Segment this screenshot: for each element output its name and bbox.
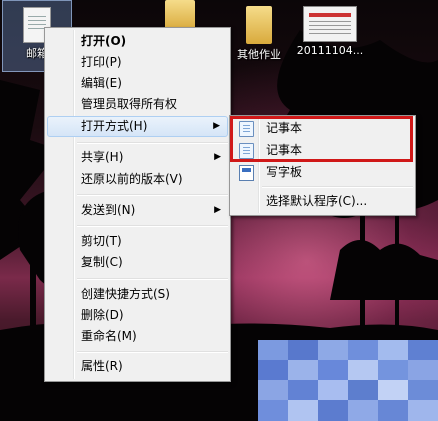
annotation-highlight-box bbox=[230, 116, 413, 162]
menu-item-edit[interactable]: 编辑(E) bbox=[47, 73, 228, 94]
menu-item-create-shortcut[interactable]: 创建快捷方式(S) bbox=[47, 284, 228, 305]
menu-item-copy[interactable]: 复制(C) bbox=[47, 252, 228, 273]
submenu-arrow-icon: ▶ bbox=[214, 205, 221, 215]
menu-item-delete[interactable]: 删除(D) bbox=[47, 305, 228, 326]
menu-item-label: 发送到(N) bbox=[81, 203, 136, 217]
submenu-arrow-icon: ▶ bbox=[214, 152, 221, 162]
menu-separator bbox=[77, 142, 228, 144]
menu-item-label: 打开方式(H) bbox=[81, 119, 148, 133]
image-thumbnail-icon bbox=[303, 6, 357, 42]
wordpad-icon bbox=[239, 165, 254, 181]
desktop-icon-image-file[interactable]: 20111104... bbox=[294, 0, 366, 70]
submenu-arrow-icon: ▶ bbox=[213, 121, 220, 131]
menu-separator bbox=[262, 186, 413, 188]
menu-item-take-ownership[interactable]: 管理员取得所有权 bbox=[47, 94, 228, 115]
menu-item-print[interactable]: 打印(P) bbox=[47, 52, 228, 73]
folder-icon bbox=[246, 6, 272, 44]
desktop-icon-other-homework[interactable]: 其他作业 bbox=[228, 0, 290, 70]
menu-item-share[interactable]: 共享(H) ▶ bbox=[47, 147, 228, 168]
submenu-item-choose-default[interactable]: 选择默认程序(C)... bbox=[232, 191, 413, 212]
menu-item-label: 共享(H) bbox=[81, 150, 124, 164]
menu-separator bbox=[77, 225, 228, 227]
menu-item-properties[interactable]: 属性(R) bbox=[47, 356, 228, 377]
menu-item-cut[interactable]: 剪切(T) bbox=[47, 231, 228, 252]
menu-item-restore-previous[interactable]: 还原以前的版本(V) bbox=[47, 169, 228, 190]
menu-separator bbox=[77, 351, 228, 353]
submenu-item-wordpad[interactable]: 写字板 bbox=[232, 162, 413, 183]
menu-separator bbox=[77, 278, 228, 280]
folder-icon bbox=[165, 0, 195, 30]
pixelated-watermark bbox=[258, 340, 438, 421]
menu-separator bbox=[77, 194, 228, 196]
desktop-icon-label: 20111104... bbox=[296, 44, 364, 57]
context-menu: 打开(O) 打印(P) 编辑(E) 管理员取得所有权 打开方式(H) ▶ 共享(… bbox=[44, 27, 231, 382]
menu-item-rename[interactable]: 重命名(M) bbox=[47, 326, 228, 347]
menu-item-send-to[interactable]: 发送到(N) ▶ bbox=[47, 200, 228, 221]
menu-item-open-with[interactable]: 打开方式(H) ▶ bbox=[47, 116, 228, 137]
submenu-item-label: 写字板 bbox=[266, 165, 303, 179]
menu-item-open[interactable]: 打开(O) bbox=[47, 31, 228, 52]
desktop-icon-label: 其他作业 bbox=[237, 48, 281, 61]
